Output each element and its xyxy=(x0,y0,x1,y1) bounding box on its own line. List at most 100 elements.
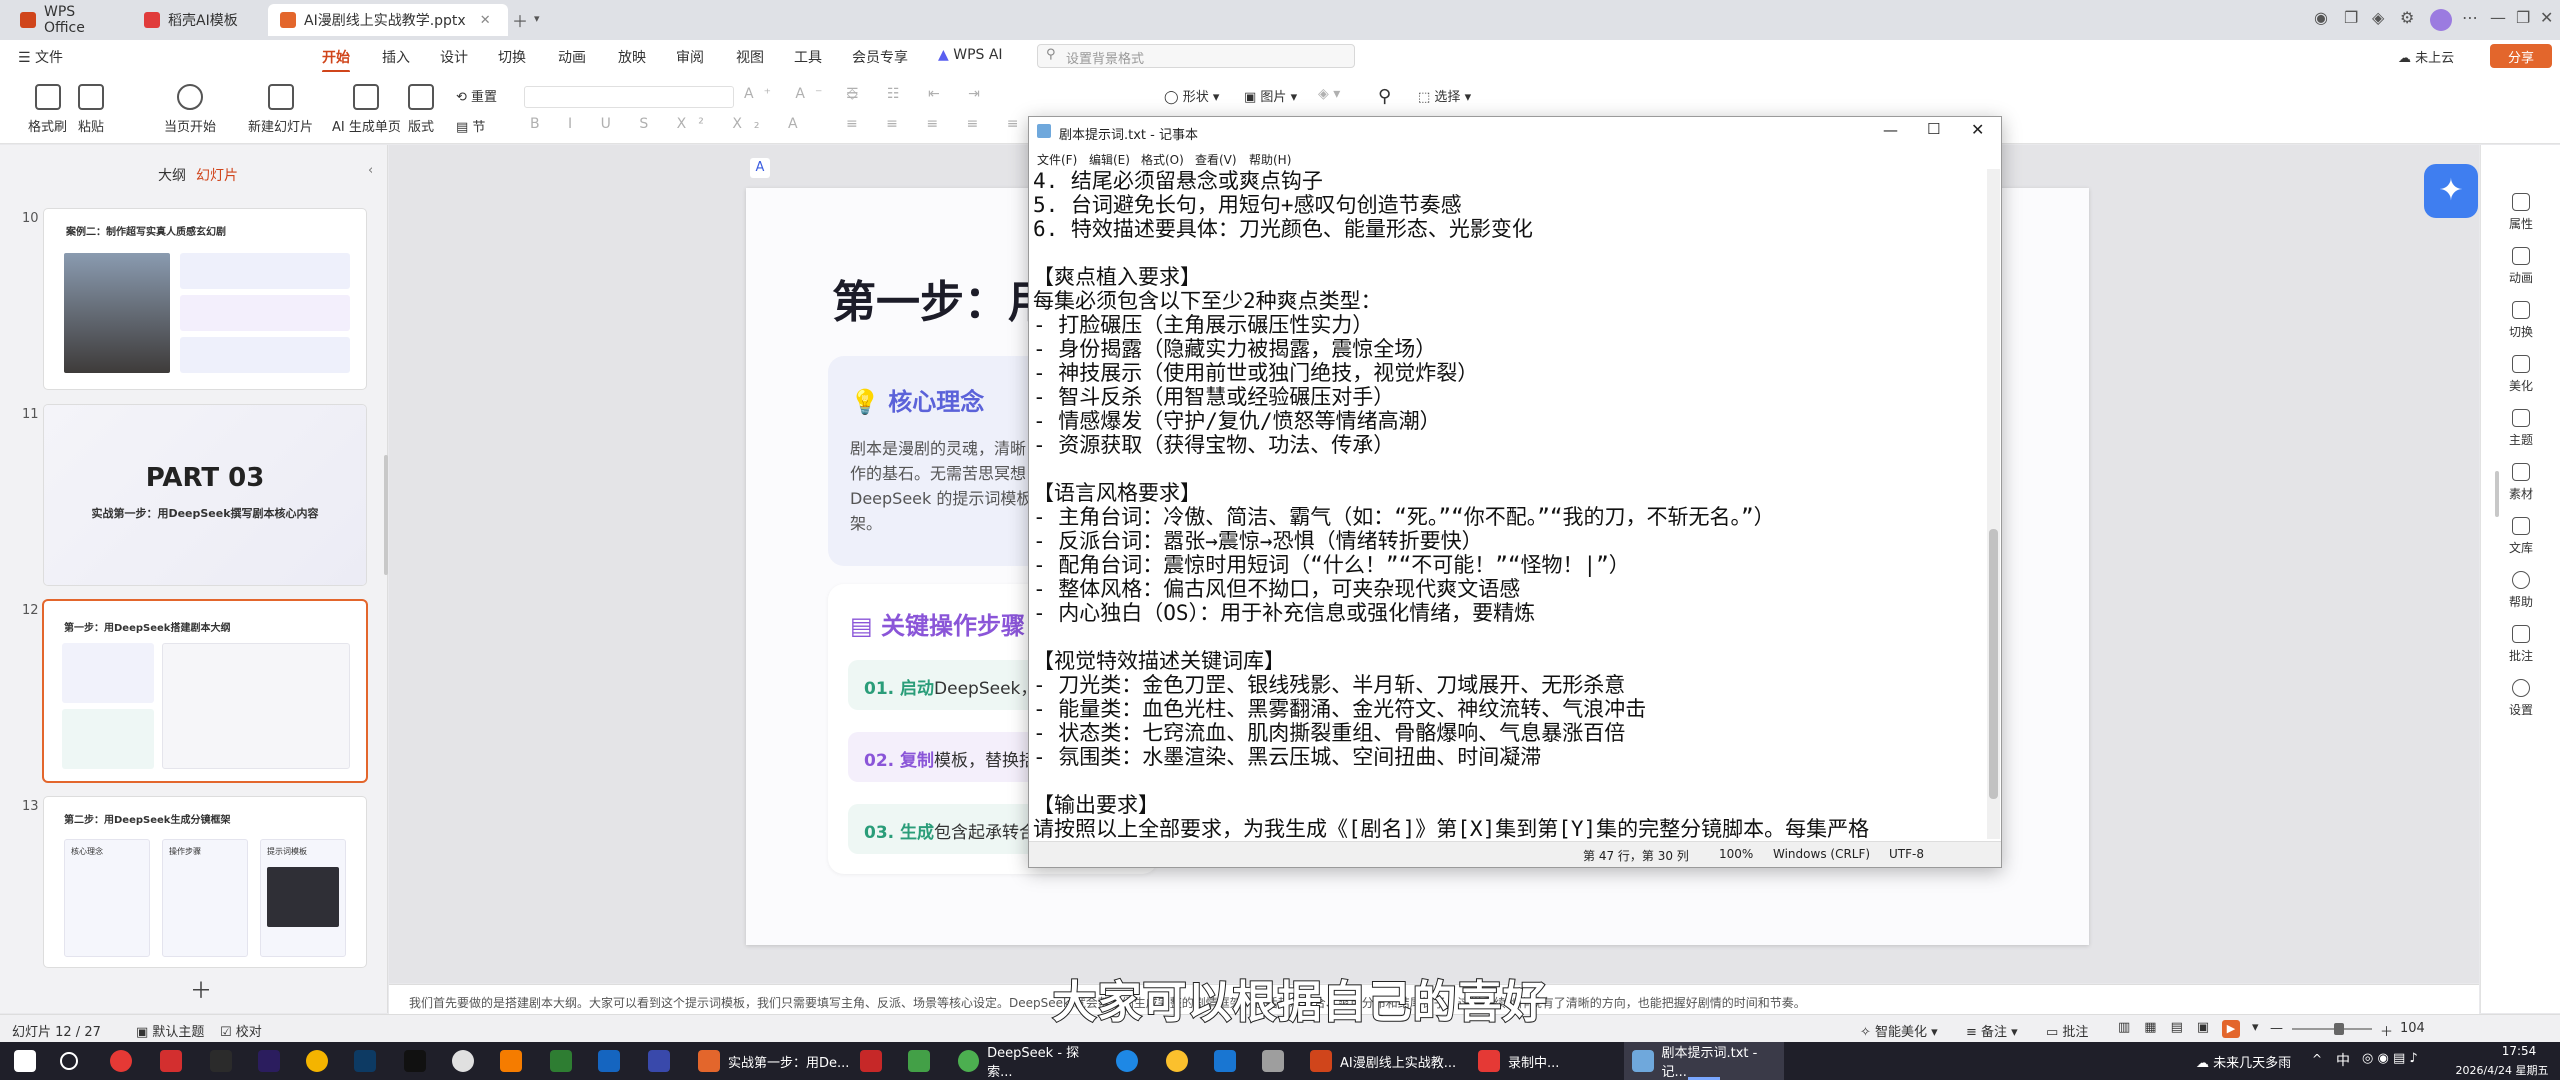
avatar[interactable] xyxy=(2430,9,2452,31)
ai-slide-button[interactable]: AI 生成单页 xyxy=(332,84,401,135)
scrollbar-thumb[interactable] xyxy=(1989,529,1998,799)
vscode-icon[interactable] xyxy=(648,1050,670,1072)
tab-pptx-document[interactable]: AI漫剧线上实战教学.pptx ✕ xyxy=(268,4,508,36)
tab-slides[interactable]: 幻灯片 xyxy=(196,165,238,185)
smart-beautify-button[interactable]: ✧ 智能美化 ▾ xyxy=(1860,1021,1938,1040)
taskbar-app-recorder[interactable]: 录制中... xyxy=(1470,1042,1620,1080)
notepad-menu-edit[interactable]: 编辑(E) xyxy=(1089,151,1130,168)
photoshop-icon[interactable] xyxy=(354,1050,376,1072)
slide-thumbnail-10[interactable]: 案例二：制作超写实真人质感玄幻剧 xyxy=(44,209,366,389)
notepad-menu-format[interactable]: 格式(O) xyxy=(1141,151,1184,168)
cube-icon[interactable]: ◈ xyxy=(2372,8,2384,27)
comments-toggle[interactable]: ▭ 批注 xyxy=(2046,1021,2088,1040)
list-buttons[interactable]: ☰ ☷ ⇤ ⇥ xyxy=(846,86,992,102)
app-2025-icon[interactable] xyxy=(860,1050,882,1072)
menu-tools[interactable]: 工具 xyxy=(794,47,822,67)
youdao-icon[interactable] xyxy=(160,1050,182,1072)
feishu-icon[interactable] xyxy=(1214,1050,1236,1072)
slide-thumbnail-11[interactable]: PART 03 实战第一步：用DeepSeek撰写剧本核心内容 xyxy=(44,405,366,585)
sidebar-item-library[interactable]: 文库 xyxy=(2481,517,2560,556)
reset-button[interactable]: ⟲ 重置 xyxy=(456,86,497,105)
chevron-down-icon[interactable]: ▾ xyxy=(534,12,540,25)
search-input[interactable]: 设置背景格式 xyxy=(1037,44,1355,68)
sidebar-item-animation[interactable]: 动画 xyxy=(2481,247,2560,286)
format-painter-button[interactable]: 格式刷 xyxy=(28,84,67,135)
close-icon[interactable]: ✕ xyxy=(480,13,491,28)
proofread-status[interactable]: ☑ 校对 xyxy=(220,1021,262,1040)
clock-time[interactable]: 17:54 xyxy=(2480,1044,2558,1058)
font-size-select[interactable] xyxy=(588,86,738,108)
wechat-icon[interactable] xyxy=(908,1050,930,1072)
chrome-icon[interactable] xyxy=(306,1050,328,1072)
taskbar-app-deepseek[interactable]: DeepSeek - 探索... xyxy=(950,1042,1100,1080)
menu-file[interactable]: ☰ 文件 xyxy=(18,47,63,67)
zoom-slider[interactable] xyxy=(2292,1028,2372,1030)
find-icon[interactable]: ⚲ xyxy=(1378,86,1391,107)
tray-chevron-icon[interactable]: ^ xyxy=(2312,1052,2322,1066)
sidebar-item-materials[interactable]: 素材 xyxy=(2481,463,2560,502)
sidebar-item-comments[interactable]: 批注 xyxy=(2481,625,2560,664)
menu-animation[interactable]: 动画 xyxy=(558,47,586,67)
menu-home[interactable]: 开始 xyxy=(322,47,350,73)
edge-icon[interactable] xyxy=(1116,1050,1138,1072)
slide-thumbnail-12[interactable]: 第一步：用DeepSeek搭建剧本大纲 xyxy=(44,601,366,781)
tray-icons[interactable]: ◎ ◉ ▤ ♪ xyxy=(2362,1051,2418,1066)
menu-review[interactable]: 审阅 xyxy=(676,47,704,67)
sidebar-item-settings[interactable]: 设置 xyxy=(2481,679,2560,718)
theme-status[interactable]: ▣ 默认主题 xyxy=(136,1021,204,1040)
taskbar-app-wps[interactable]: AI漫剧线上实战教... xyxy=(1302,1042,1462,1080)
menu-slideshow[interactable]: 放映 xyxy=(618,47,646,67)
maximize-icon[interactable]: ☐ xyxy=(1927,120,1940,138)
notepad-title-bar[interactable]: 剧本提示词.txt - 记事本 — ☐ ✕ xyxy=(1029,117,2001,147)
settings-icon[interactable]: ⚙ xyxy=(2400,8,2414,27)
slide-thumbnail-13[interactable]: 第二步：用DeepSeek生成分镜框架 核心理念 操作步骤 提示词模板 xyxy=(44,797,366,967)
tab-wps-office[interactable]: WPS Office xyxy=(8,4,126,36)
settings-app-icon[interactable] xyxy=(1262,1050,1284,1072)
sidebar-item-transition[interactable]: 切换 xyxy=(2481,301,2560,340)
notes-toggle[interactable]: ≡ 备注 ▾ xyxy=(1966,1021,2018,1040)
tab-docer-templates[interactable]: 稻壳AI模板 xyxy=(132,4,260,36)
panel-scrollbar[interactable] xyxy=(384,455,388,575)
sidebar-item-theme[interactable]: 主题 xyxy=(2481,409,2560,448)
taskbar-app-notepad[interactable]: 剧本提示词.txt - 记... xyxy=(1624,1042,1784,1080)
canvas-scrollbar[interactable] xyxy=(2495,471,2499,517)
ai-assistant-bird-icon[interactable]: ✦ xyxy=(2424,164,2478,218)
ai-tool-icon[interactable] xyxy=(210,1050,232,1072)
window-close-icon[interactable]: ✕ xyxy=(1971,120,1984,139)
align-buttons[interactable]: ≡ ≡ ≡ ≡ ≡ xyxy=(846,116,1030,132)
maximize-icon[interactable]: ❐ xyxy=(2516,8,2530,27)
blender-icon[interactable] xyxy=(500,1050,522,1072)
menu-view[interactable]: 视图 xyxy=(736,47,764,67)
edge-like-icon[interactable] xyxy=(598,1050,620,1072)
layout-button[interactable]: 版式 xyxy=(408,84,434,135)
notepad-menu-help[interactable]: 帮助(H) xyxy=(1249,151,1291,168)
tiktok-icon[interactable] xyxy=(404,1050,426,1072)
section-button[interactable]: ▤ 节 xyxy=(456,116,485,135)
notepad-menu-view[interactable]: 查看(V) xyxy=(1195,151,1237,168)
window-close-icon[interactable]: ✕ xyxy=(2540,8,2553,27)
ai-assist-icon[interactable]: A xyxy=(750,158,770,178)
menu-design[interactable]: 设计 xyxy=(440,47,468,67)
add-slide-plus-icon[interactable]: ＋ xyxy=(190,973,212,1005)
menu-member[interactable]: 会员专享 xyxy=(852,47,908,67)
shape-button[interactable]: ◯ 形状 ▾ xyxy=(1164,86,1219,105)
new-slide-button[interactable]: 新建幻灯片 xyxy=(248,84,313,135)
windows-start-icon[interactable] xyxy=(14,1050,36,1072)
notepad-window[interactable]: 剧本提示词.txt - 记事本 — ☐ ✕ 文件(F) 编辑(E) 格式(O) … xyxy=(1028,116,2002,868)
spreadsheet-app-icon[interactable] xyxy=(550,1050,572,1072)
notepad-scrollbar[interactable] xyxy=(1987,169,2000,839)
zoom-plus-icon[interactable]: ＋ xyxy=(2380,1021,2393,1040)
after-effects-icon[interactable] xyxy=(258,1050,280,1072)
sidebar-item-help[interactable]: 帮助 xyxy=(2481,571,2560,610)
more-icon[interactable]: ⋯ xyxy=(2462,8,2478,27)
menu-transition[interactable]: 切换 xyxy=(498,47,526,67)
sidebar-item-properties[interactable]: 属性 xyxy=(2481,193,2560,232)
select-button[interactable]: ⬚ 选择 ▾ xyxy=(1418,86,1471,105)
font-style-buttons[interactable]: B I U S X² X₂ A xyxy=(530,116,810,132)
menu-insert[interactable]: 插入 xyxy=(382,47,410,67)
share-button[interactable]: 分享 xyxy=(2490,44,2552,68)
cloud-status[interactable]: ☁ 未上云 xyxy=(2398,47,2454,66)
window-icon[interactable]: ❐ xyxy=(2344,8,2358,27)
tab-outline[interactable]: 大纲 xyxy=(158,165,186,185)
notepad-text-area[interactable]: 4. 结尾必须留悬念或爽点钩子 5. 台词避免长句，用短句+感叹句创造节奏感 6… xyxy=(1033,169,1987,839)
